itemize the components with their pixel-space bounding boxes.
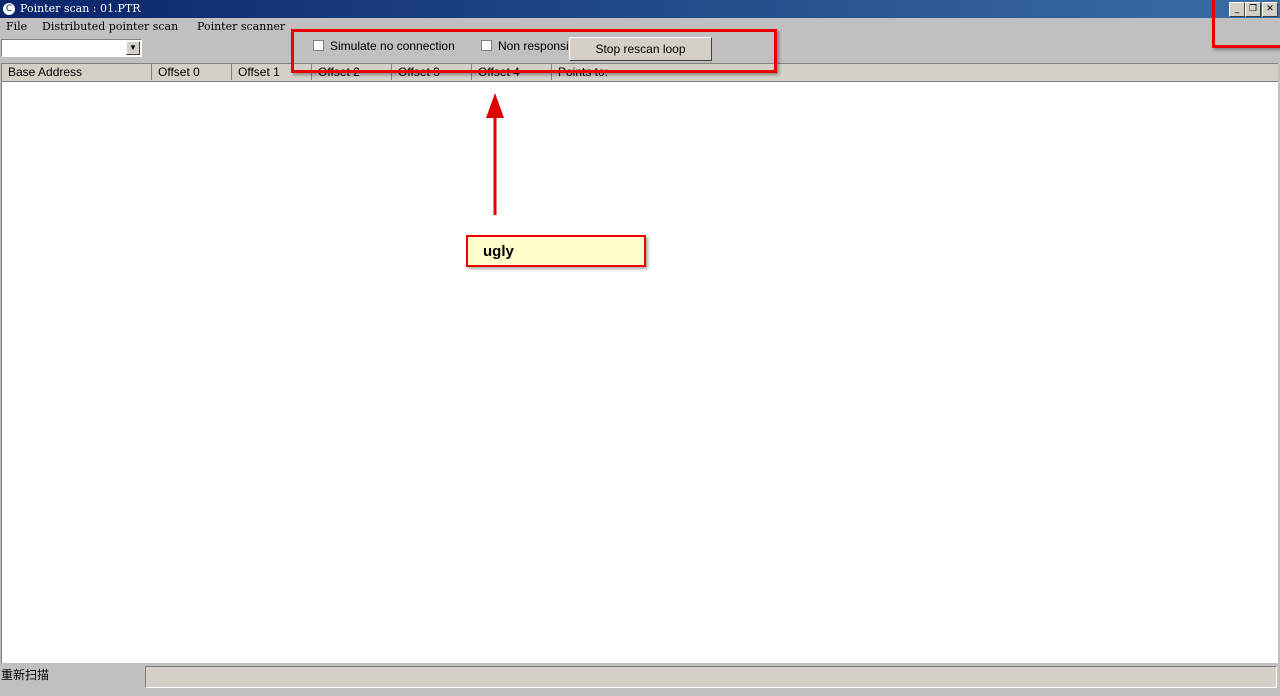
annotation-highlight-box <box>291 29 777 73</box>
menu-distributed-pointer-scan[interactable]: Distributed pointer scan <box>42 18 178 36</box>
progress-bar <box>145 666 1277 688</box>
results-list[interactable]: Base Address Offset 0 Offset 1 Offset 2 … <box>1 63 1278 663</box>
status-text: 重新扫描 <box>1 668 50 682</box>
column-header-base-address[interactable]: Base Address <box>2 64 152 80</box>
status-bar: 重新扫描 <box>0 664 1280 696</box>
app-icon: C <box>3 3 15 15</box>
annotation-corner-box <box>1212 0 1280 48</box>
annotation-callout: ugly <box>466 235 646 267</box>
menu-pointer-scanner[interactable]: Pointer scanner <box>197 18 285 36</box>
menu-file[interactable]: File <box>6 18 27 36</box>
chevron-down-icon[interactable]: ▼ <box>126 41 140 55</box>
annotation-arrow <box>486 93 504 215</box>
window-title: Pointer scan : 01.PTR <box>20 2 141 15</box>
column-header-offset-0[interactable]: Offset 0 <box>152 64 232 80</box>
scan-combo[interactable]: ▼ <box>1 39 142 57</box>
title-bar: C Pointer scan : 01.PTR _ ❐ ✕ <box>0 0 1280 18</box>
